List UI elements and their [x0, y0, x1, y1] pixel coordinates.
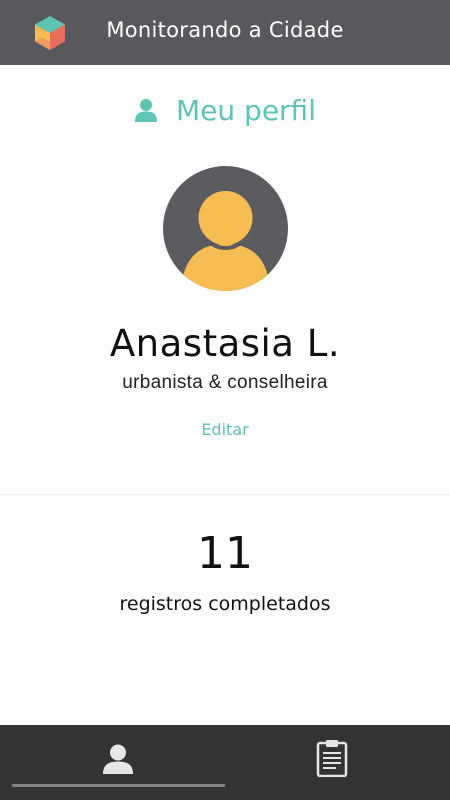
bottom-nav: [0, 725, 450, 800]
edit-profile-container: Editar: [0, 420, 450, 439]
tab-profile[interactable]: [0, 725, 225, 800]
user-icon: [103, 744, 133, 774]
user-role: urbanista & conselheira: [122, 372, 328, 393]
app-bar: Monitorando a Cidade: [0, 0, 450, 65]
user-icon: [135, 99, 158, 122]
user-name: Anastasia L.: [109, 322, 341, 365]
edit-profile-link[interactable]: Editar: [201, 420, 248, 439]
completed-records-label: registros completados: [119, 593, 331, 615]
clipboard-icon: [316, 740, 348, 777]
tab-records[interactable]: [225, 725, 450, 800]
app-title: Monitorando a Cidade: [0, 18, 450, 42]
person-avatar-icon: [181, 191, 270, 291]
app-title-text: Monitorando a Cidade: [106, 18, 344, 42]
completed-records-count: 11: [197, 528, 253, 579]
divider: [0, 494, 450, 495]
profile-heading-text: Meu perfil: [176, 93, 316, 127]
avatar: [163, 166, 288, 291]
active-tab-indicator: [12, 784, 225, 787]
profile-heading: Meu perfil: [0, 90, 450, 130]
